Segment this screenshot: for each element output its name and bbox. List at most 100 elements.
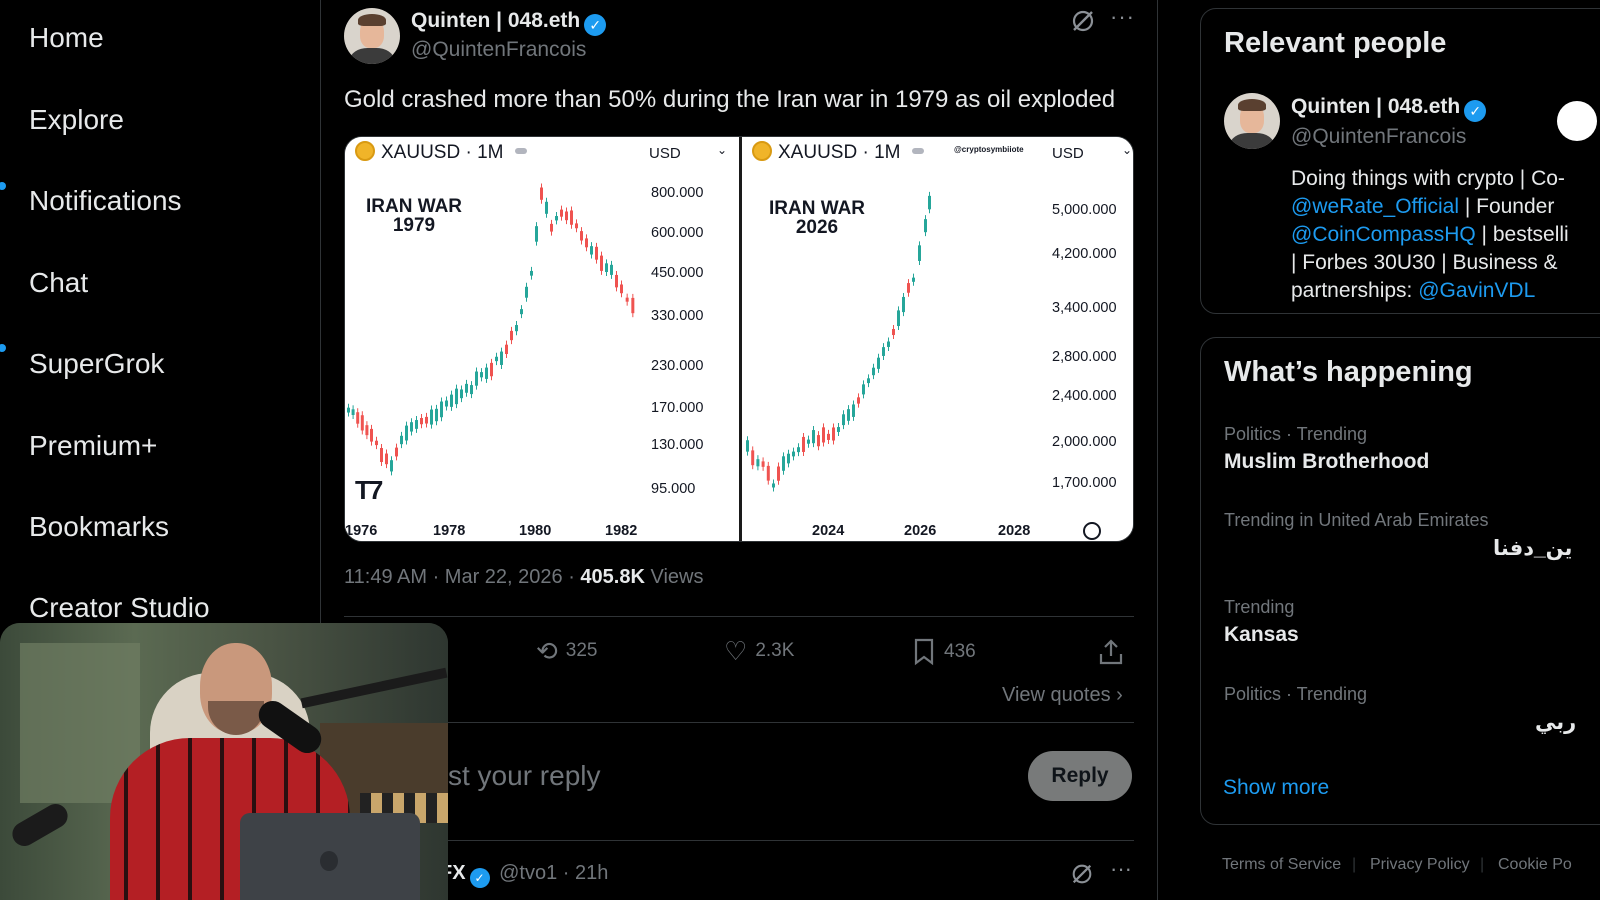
bio-link[interactable]: @CoinCompassHQ <box>1291 223 1476 246</box>
y-tick: 330.000 <box>651 308 704 324</box>
nav-premium[interactable]: Premium+ <box>29 430 157 462</box>
tweet-detail: Quinten | 048.eth ✓ @QuintenFrancois ··· … <box>328 0 1180 900</box>
nav-supergrok[interactable]: SuperGrok <box>29 348 164 380</box>
reply-input[interactable]: st your reply <box>448 760 601 792</box>
candle-body <box>390 460 393 472</box>
candle-body <box>405 425 408 441</box>
settings-icon[interactable] <box>1083 522 1101 540</box>
trend-item[interactable]: Muslim Brotherhood <box>1224 450 1429 474</box>
candle-body <box>415 420 418 429</box>
candle-body <box>625 297 629 302</box>
chart-image-1979[interactable]: XAUUSD · 1M USD ⌄ IRAN WAR 1979 800.000 6… <box>345 137 739 541</box>
candle-body <box>867 378 870 384</box>
candle-body <box>892 328 895 336</box>
candle-body <box>615 274 618 288</box>
candle-body <box>746 440 749 452</box>
timestamp[interactable]: 11:49 AM · Mar 22, 2026 · <box>344 566 580 588</box>
candle-body <box>370 428 373 442</box>
author-name[interactable]: Quinten | 048.eth <box>411 9 580 32</box>
candle-body <box>600 255 603 271</box>
x-tick: 1982 <box>605 523 638 539</box>
whats-happening-title: What’s happening <box>1224 356 1473 388</box>
candle-body <box>924 219 927 233</box>
person-name-row[interactable]: Quinten | 048.eth ✓ <box>1291 95 1487 122</box>
tweet-text: Gold crashed more than 50% during the Ir… <box>344 86 1116 113</box>
next-reply-header[interactable]: FX ✓ @tvo1 · 21h <box>440 862 608 888</box>
share-button[interactable] <box>1098 638 1124 666</box>
nav-explore[interactable]: Explore <box>29 104 124 136</box>
trend-item[interactable]: ربي <box>1535 710 1576 735</box>
author-name-row[interactable]: Quinten | 048.eth ✓ <box>411 9 607 36</box>
candle-body <box>852 404 855 417</box>
candle-body <box>751 450 755 466</box>
more-options-icon[interactable]: ··· <box>1110 856 1132 882</box>
show-more-link[interactable]: Show more <box>1223 776 1329 800</box>
bio-link[interactable]: @GavinVDL <box>1418 279 1535 302</box>
bio-link[interactable]: @weRate_Official <box>1291 195 1459 218</box>
candle-body <box>430 409 433 425</box>
more-options-icon[interactable]: ··· <box>1110 4 1135 30</box>
candle-body <box>842 414 845 426</box>
nav-creator-studio[interactable]: Creator Studio <box>29 592 210 624</box>
reply-button[interactable]: Reply <box>1028 751 1132 801</box>
footer-terms[interactable]: Terms of Service <box>1222 856 1341 874</box>
nav-home[interactable]: Home <box>29 22 104 54</box>
candle-body <box>525 286 528 298</box>
webcam-overlay <box>0 623 448 900</box>
candle-body <box>918 245 921 261</box>
nav-bookmarks[interactable]: Bookmarks <box>29 511 169 543</box>
view-count: 405.8K <box>580 566 645 588</box>
y-tick: 170.000 <box>651 400 704 416</box>
author-handle[interactable]: @QuintenFrancois <box>411 38 586 62</box>
view-quotes-link[interactable]: View quotes › <box>1002 684 1123 707</box>
x-tick: 1976 <box>345 523 378 539</box>
grok-icon[interactable] <box>1070 8 1096 34</box>
nav-notifications[interactable]: Notifications <box>29 185 182 217</box>
candle-body <box>530 270 533 276</box>
y-tick: 230.000 <box>651 358 704 374</box>
verified-badge-icon: ✓ <box>469 868 490 888</box>
y-tick: 3,400.000 <box>1052 300 1117 316</box>
x-tick: 2026 <box>904 523 937 539</box>
candle-body <box>380 448 383 463</box>
candle-body <box>802 436 805 452</box>
person-avatar[interactable] <box>1224 93 1280 149</box>
candle-body <box>787 453 790 464</box>
candle-body <box>540 187 543 200</box>
candle-body <box>515 325 518 332</box>
candle-body <box>385 453 388 465</box>
footer-cookie[interactable]: Cookie Po <box>1498 856 1572 874</box>
y-tick: 800.000 <box>651 185 704 201</box>
person-name[interactable]: Quinten | 048.eth <box>1291 95 1460 118</box>
x-tick: 1980 <box>519 523 552 539</box>
verified-badge-icon: ✓ <box>584 14 607 36</box>
candle-body <box>440 401 443 418</box>
author-avatar[interactable] <box>344 8 400 64</box>
x-tick: 2028 <box>998 523 1031 539</box>
supergrok-dot <box>0 344 6 352</box>
candle-body <box>912 277 915 282</box>
trend-item[interactable]: Kansas <box>1224 623 1299 647</box>
divider <box>344 616 1134 617</box>
next-handle[interactable]: @tvo1 · 21h <box>499 862 608 884</box>
x-tick: 2024 <box>812 523 845 539</box>
person-bio: Doing things with crypto | Co- @weRate_O… <box>1291 167 1569 302</box>
candle-body <box>766 465 770 481</box>
bookmark-button[interactable]: 436 <box>912 638 976 666</box>
share-icon <box>1099 639 1123 665</box>
tweet-media[interactable]: XAUUSD · 1M USD ⌄ IRAN WAR 1979 800.000 6… <box>344 136 1134 542</box>
whats-happening-card: What’s happening Politics · Trending Mus… <box>1200 337 1600 825</box>
notification-dot <box>0 182 6 190</box>
repost-button[interactable]: ⟲ 325 <box>536 638 598 664</box>
nav-chat[interactable]: Chat <box>29 267 88 299</box>
chart-image-2026[interactable]: XAUUSD · 1M @cryptosymbiiote USD ⌄ IRAN … <box>742 137 1133 541</box>
person-handle[interactable]: @QuintenFrancois <box>1291 125 1466 149</box>
tradingview-logo: T7 <box>355 475 383 505</box>
footer-privacy[interactable]: Privacy Policy <box>1370 856 1470 874</box>
like-button[interactable]: ♡ 2.3K <box>724 638 794 664</box>
candle-body <box>356 412 360 424</box>
trend-item[interactable]: ين_دفنا <box>1493 536 1572 561</box>
follow-button[interactable] <box>1557 101 1597 141</box>
candle-body <box>445 400 448 407</box>
grok-icon[interactable] <box>1070 862 1094 886</box>
